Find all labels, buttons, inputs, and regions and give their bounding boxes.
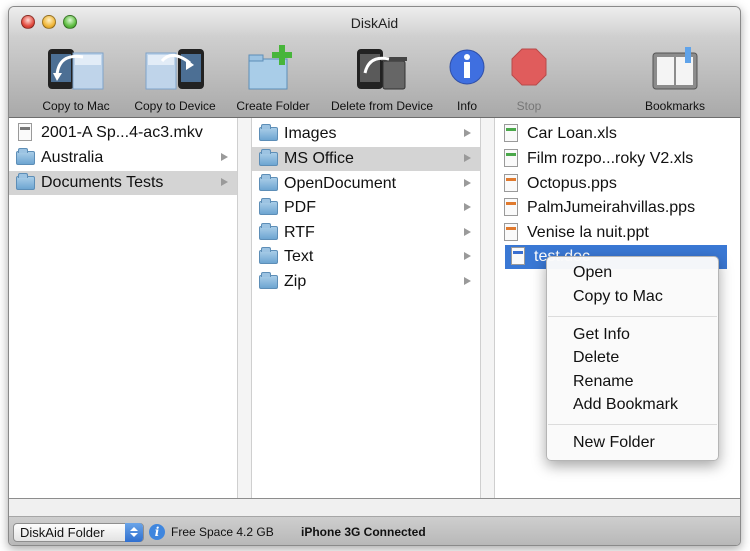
copy-to-device-label: Copy to Device	[134, 99, 216, 113]
menu-separator	[548, 316, 717, 317]
menu-item-open[interactable]: Open	[573, 264, 612, 282]
list-item-selected[interactable]: Documents Tests	[9, 171, 237, 195]
disclosure-arrow-icon	[464, 154, 471, 162]
disclosure-arrow-icon	[464, 179, 471, 187]
info-button[interactable]: Info	[449, 43, 485, 115]
menu-item-new-folder[interactable]: New Folder	[573, 434, 655, 452]
list-item[interactable]: OpenDocument	[252, 172, 480, 196]
copy-to-device-button[interactable]: Copy to Device	[127, 43, 223, 115]
list-item[interactable]: Car Loan.xls	[495, 122, 727, 146]
copy-to-mac-icon	[48, 49, 104, 90]
info-icon: i	[149, 524, 165, 540]
folder-icon	[259, 272, 278, 289]
list-item-selected[interactable]: MS Office	[252, 147, 480, 171]
diskaid-window: DiskAid Copy to Mac Copy to Device Creat…	[8, 6, 741, 546]
menu-item-rename[interactable]: Rename	[573, 373, 633, 391]
list-item[interactable]: Zip	[252, 270, 480, 294]
powerpoint-file-icon	[504, 198, 518, 216]
stop-icon	[511, 48, 547, 86]
list-item[interactable]: Text	[252, 245, 480, 269]
title-bar[interactable]: DiskAid	[9, 7, 740, 37]
toolbar: Copy to Mac Copy to Device Create Folder	[9, 37, 740, 118]
folder-icon	[259, 223, 278, 240]
context-menu: Open Copy to Mac Get Info Delete Rename …	[546, 256, 719, 461]
horizontal-scrollbar[interactable]	[9, 499, 740, 517]
connection-status: iPhone 3G Connected	[301, 525, 426, 539]
list-item[interactable]: Images	[252, 122, 480, 146]
info-label: Info	[456, 99, 477, 113]
folder-icon	[16, 148, 35, 165]
list-item[interactable]: Film rozpo...roky V2.xls	[495, 147, 727, 171]
video-file-icon	[18, 123, 32, 141]
column-divider[interactable]	[237, 118, 252, 498]
menu-item-copy-to-mac[interactable]: Copy to Mac	[573, 288, 663, 306]
window-title: DiskAid	[350, 15, 399, 31]
folder-icon	[259, 174, 278, 191]
menu-item-get-info[interactable]: Get Info	[573, 326, 630, 344]
info-icon	[449, 49, 485, 85]
bookmarks-icon	[652, 47, 698, 90]
stop-button[interactable]: Stop	[509, 43, 549, 115]
list-item[interactable]: 2001-A Sp...4-ac3.mkv	[9, 121, 237, 145]
powerpoint-file-icon	[504, 223, 518, 241]
excel-file-icon	[504, 124, 518, 142]
popup-arrows-icon	[125, 523, 143, 542]
bookmarks-label: Bookmarks	[644, 99, 706, 113]
menu-item-delete[interactable]: Delete	[573, 349, 619, 367]
folder-icon	[259, 124, 278, 141]
create-folder-label: Create Folder	[236, 99, 310, 113]
folder-icon	[259, 149, 278, 166]
copy-to-mac-button[interactable]: Copy to Mac	[33, 43, 119, 115]
folder-icon	[259, 247, 278, 264]
disclosure-arrow-icon	[464, 228, 471, 236]
location-popup-button[interactable]: DiskAid Folder	[13, 523, 144, 542]
folder-icon	[16, 173, 35, 190]
word-file-icon	[511, 247, 525, 265]
disclosure-arrow-icon	[464, 252, 471, 260]
list-item[interactable]: Octopus.pps	[495, 172, 727, 196]
copy-to-device-icon	[145, 49, 204, 90]
delete-from-device-button[interactable]: Delete from Device	[323, 43, 441, 115]
list-item[interactable]: Australia	[9, 146, 237, 170]
list-item[interactable]: Venise la nuit.ppt	[495, 221, 727, 245]
create-folder-icon	[248, 45, 292, 90]
free-space-text: Free Space 4.2 GB	[171, 525, 274, 539]
stop-label: Stop	[516, 99, 542, 113]
column-1: 2001-A Sp...4-ac3.mkv Australia Document…	[9, 118, 237, 498]
status-bar: DiskAid Folder i Free Space 4.2 GB iPhon…	[9, 498, 740, 545]
menu-item-add-bookmark[interactable]: Add Bookmark	[573, 396, 678, 414]
bookmarks-button[interactable]: Bookmarks	[637, 43, 713, 115]
copy-to-mac-label: Copy to Mac	[42, 99, 110, 113]
excel-file-icon	[504, 149, 518, 167]
list-item[interactable]: PalmJumeirahvillas.pps	[495, 196, 727, 220]
column-2: Images MS Office OpenDocument PDF RTF Te…	[252, 118, 480, 498]
list-item[interactable]: RTF	[252, 221, 480, 245]
menu-separator	[548, 424, 717, 425]
disclosure-arrow-icon	[464, 129, 471, 137]
folder-icon	[259, 198, 278, 215]
create-folder-button[interactable]: Create Folder	[231, 43, 315, 115]
list-item[interactable]: PDF	[252, 196, 480, 220]
disclosure-arrow-icon	[464, 203, 471, 211]
powerpoint-file-icon	[504, 174, 518, 192]
location-popup-value: DiskAid Folder	[20, 525, 105, 540]
delete-from-device-icon	[357, 49, 407, 90]
column-divider[interactable]	[480, 118, 495, 498]
disclosure-arrow-icon	[464, 277, 471, 285]
disclosure-arrow-icon	[221, 178, 228, 186]
delete-from-device-label: Delete from Device	[330, 99, 434, 113]
disclosure-arrow-icon	[221, 153, 228, 161]
